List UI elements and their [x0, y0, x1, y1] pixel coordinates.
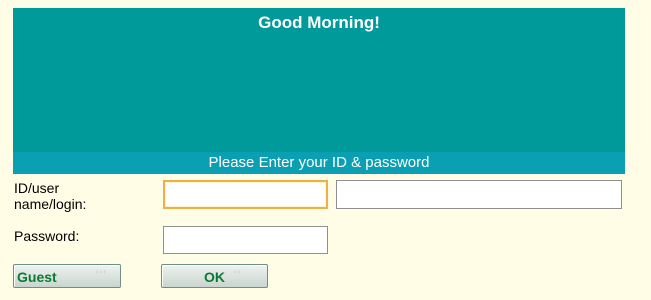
ok-button-label: OK — [204, 269, 225, 285]
greeting-text: Good Morning! — [258, 13, 380, 32]
login-page: Good Morning! Please Enter your ID & pas… — [0, 0, 651, 300]
login-prompt: Please Enter your ID & password — [13, 152, 625, 174]
secondary-input[interactable] — [336, 180, 622, 209]
id-input[interactable] — [163, 180, 328, 209]
guest-button[interactable]: Guest ‹‹‹ — [13, 264, 121, 288]
password-input[interactable] — [163, 226, 328, 254]
ok-button-grip-icon: ‹‹ — [234, 267, 242, 276]
greeting-banner: Good Morning! — [13, 8, 625, 152]
ok-button[interactable]: OK ‹‹ — [161, 264, 268, 288]
guest-button-label: Guest — [17, 269, 57, 285]
password-label: Password: — [14, 228, 80, 244]
id-label: ID/user name/login: — [14, 180, 87, 212]
guest-button-grip-icon: ‹‹‹ — [96, 267, 107, 276]
